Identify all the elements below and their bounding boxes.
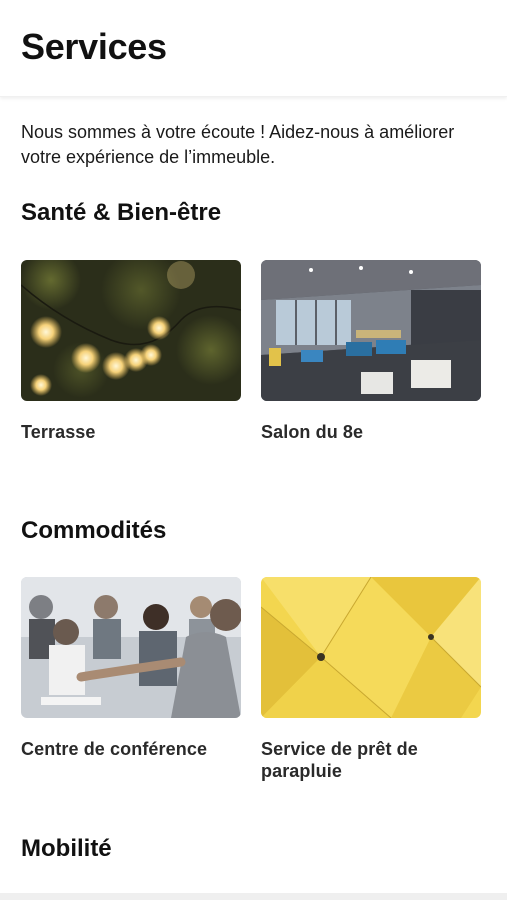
conference-photo bbox=[21, 577, 241, 718]
bottom-divider bbox=[0, 893, 507, 900]
card-salon-du-8e[interactable]: Salon du 8e bbox=[261, 260, 481, 443]
umbrellas-photo bbox=[261, 577, 481, 718]
section-title-mobilite: Mobilité bbox=[21, 835, 112, 862]
card-label: Centre de conférence bbox=[21, 739, 208, 759]
lounge-photo bbox=[261, 260, 481, 401]
page-title: Services bbox=[21, 26, 167, 67]
card-label: Terrasse bbox=[21, 422, 96, 442]
card-label: Service de prêt de parapluie bbox=[261, 739, 418, 781]
string-lights-photo bbox=[21, 260, 241, 401]
header-bar: Services bbox=[0, 0, 507, 97]
card-terrasse[interactable]: Terrasse bbox=[21, 260, 241, 443]
section-title-sante: Santé & Bien-être bbox=[21, 199, 222, 226]
card-label: Salon du 8e bbox=[261, 422, 364, 442]
section-title-commodites: Commodités bbox=[21, 517, 167, 544]
intro-text: Nous sommes à votre écoute ! Aidez-nous … bbox=[21, 122, 455, 167]
card-service-de-pret-de-parapluie[interactable]: Service de prêt de parapluie bbox=[261, 577, 481, 782]
card-centre-de-conference[interactable]: Centre de conférence bbox=[21, 577, 241, 760]
